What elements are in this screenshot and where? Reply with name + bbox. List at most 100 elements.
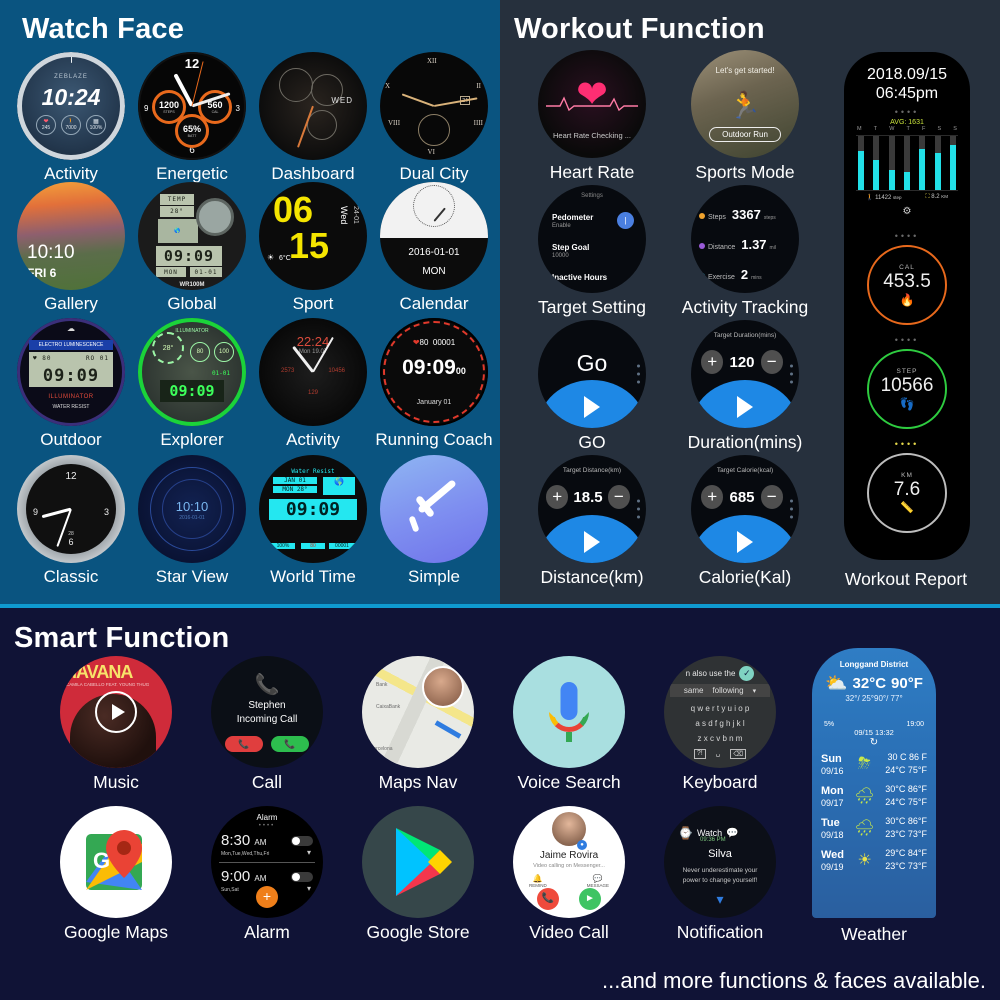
watch-face-tile-running-coach[interactable]: ❤80 00001 09:0900 January 01 Running Coa… — [375, 318, 493, 450]
smart-tile-alarm[interactable]: Alarm •••• 8:30 AM Mon,Tue,Wed,Thu,Fri ▾… — [207, 806, 327, 942]
forecast-date: 09/17 — [821, 797, 844, 808]
toggle-switch[interactable]: | — [617, 212, 634, 229]
chevron-down-icon[interactable]: ▾ — [307, 848, 311, 857]
accept-video-button[interactable]: ► — [579, 888, 601, 910]
smart-tile-notification[interactable]: ⌚ Watch 💬 09:36 PM Silva Never underesti… — [660, 806, 780, 942]
subdial-steps: 🚶 7000 — [61, 114, 81, 135]
workout-tile-duration[interactable]: Target Duration(mins) + 120 − Duration(m… — [680, 320, 810, 452]
workout-tile-go[interactable]: Go GO — [527, 320, 657, 452]
workout-tile-label: Heart Rate — [549, 162, 635, 182]
suggestion-2[interactable]: following — [712, 686, 743, 695]
add-alarm-button[interactable]: + — [256, 886, 278, 908]
smart-tile-call[interactable]: 📞 Stephen Incoming Call 📞 📞 Call — [207, 656, 327, 792]
workout-tile-sports-mode[interactable]: Let's get started! 🏃 Outdoor Run Sports … — [680, 50, 810, 182]
increment-button[interactable]: + — [701, 485, 724, 509]
decline-call-button[interactable]: 📞 — [537, 888, 559, 910]
keyboard-row-1[interactable]: q w e r t y u i o p — [664, 704, 776, 713]
workout-report-label-wrap: Workout Report — [811, 565, 1000, 589]
workout-tile-activity-tracking[interactable]: Steps 3367 steps Distance 1.37 mil Exerc… — [680, 185, 810, 317]
watch-face-tile-gallery[interactable]: 10:10 FRI 6 Gallery — [12, 182, 130, 314]
workout-tile-distance[interactable]: Target Distance(km) + 18.5 − Distance(km… — [527, 455, 657, 587]
increment-button[interactable]: + — [546, 485, 569, 509]
workout-tile-target-setting[interactable]: Settings Pedometer Enable | Step Goal 10… — [527, 185, 657, 317]
decrement-button[interactable]: − — [760, 485, 783, 509]
keyboard-row-3[interactable]: z x c v b n m — [664, 734, 776, 743]
duration-preview: Target Duration(mins) + 120 − — [691, 320, 799, 428]
weather-card[interactable]: Longgand District ⛅ 32°C 90°F 32°/ 25°90… — [812, 648, 936, 918]
subdial-battery: ▦ 100% — [86, 114, 106, 135]
page-indicator: •••• — [894, 439, 920, 449]
watch-face-tile-star-view[interactable]: 10:10 2016-01-01 Star View — [133, 455, 251, 587]
watch-face-tile-outdoor[interactable]: ☁ ELECTRO LUMINESCENCE ♥ 80 RO 01 09:09 … — [12, 318, 130, 450]
watch-face-tile-world-time[interactable]: Water Resist JAN 01 MON 28° 🌎 09:09 100%… — [254, 455, 372, 587]
numeral-9: 9 — [33, 506, 39, 517]
forecast-date: 09/18 — [821, 829, 844, 840]
decrement-button[interactable]: − — [760, 350, 783, 374]
watch-face-tile-global[interactable]: TEMP 28° 🌎 09:09 MON 01-01 WR100M Global — [133, 182, 251, 314]
workout-tile-calorie[interactable]: Target Calorie(kcal) + 685 − Calorie(Kal… — [680, 455, 810, 587]
workout-tile-heart-rate[interactable]: ❤ Heart Rate Checking ... Heart Rate — [527, 50, 657, 182]
smart-tile-google-maps[interactable]: G Google Maps — [56, 806, 176, 942]
steps-dot-icon — [699, 213, 705, 219]
go-label: Go — [576, 350, 608, 376]
mode-chip[interactable]: Outdoor Run — [709, 127, 781, 142]
watch-face-tile-dual-city[interactable]: XII II IIII VI VIII X 24 Dual City — [375, 52, 493, 184]
alarm-toggle[interactable] — [291, 872, 313, 882]
watch-face-tile-classic[interactable]: 12 3 6 9 28 Classic — [12, 455, 130, 587]
time-display: 22:24 — [296, 334, 330, 349]
watch-face-tile-sport[interactable]: 91% 06 15 Wed 24-01 ☀ 6°C Sport — [254, 182, 372, 314]
smart-tile-google-store[interactable]: Google Store — [358, 806, 478, 942]
workout-tile-label: Distance(km) — [540, 567, 644, 587]
alarm-toggle[interactable] — [291, 836, 313, 846]
space-key[interactable]: ␣ — [716, 749, 720, 759]
decline-call-button[interactable]: 📞 — [225, 736, 263, 752]
backspace-key[interactable]: ⌫ — [730, 749, 747, 759]
start-button[interactable] — [538, 380, 646, 428]
play-button[interactable] — [95, 691, 137, 733]
workout-report-card[interactable]: 2018.09/15 06:45pm •••• AVG: 1631 M T W T F S… — [844, 52, 970, 560]
watch-face-label: Simple — [408, 567, 460, 586]
smart-tile-keyboard[interactable]: n also use the ✓ same following ▾ q w e … — [660, 656, 780, 792]
accept-call-button[interactable]: 📞 — [271, 736, 309, 752]
precip-chance: 5% — [824, 721, 835, 728]
watch-face-tile-activity[interactable]: ZEBLAZE 10:24 ❤ 245 🚶 7000 ▦ 100% Activity — [12, 52, 130, 184]
message-action[interactable]: 💬 MESSAGE — [587, 874, 609, 888]
watch-face-tile-calendar[interactable]: 2016-01-01 MON Calendar — [375, 182, 493, 314]
incoming-call-icon: 📞 — [254, 674, 280, 696]
watch-face-tile-simple[interactable]: Simple — [375, 455, 493, 587]
calorie-preview: Target Calorie(kcal) + 685 − — [691, 455, 799, 563]
analog-half — [380, 182, 488, 239]
date-display: 01-01 — [211, 370, 230, 377]
weather-label: Weather — [841, 924, 907, 944]
watch-face-label: Sport — [292, 294, 334, 313]
start-button[interactable] — [691, 380, 799, 428]
keyboard-row-2[interactable]: a s d f g h j k l — [664, 719, 776, 728]
watch-face-preview-gallery: 10:10 FRI 6 — [17, 182, 125, 290]
watch-face-tile-dashboard[interactable]: WED Dashboard — [254, 52, 372, 184]
settings-gear-icon[interactable]: ⚙ — [844, 206, 970, 217]
watch-face-tile-explorer[interactable]: ILLUMINATOR 28° 80 100 01-01 09:09 Explo… — [133, 318, 251, 450]
symbols-key[interactable]: ?! — [693, 749, 706, 759]
confirm-button[interactable]: ✓ — [739, 666, 755, 681]
chart-bar — [919, 136, 926, 190]
chevron-down-icon[interactable]: ▾ — [753, 687, 757, 695]
go-preview: Go — [538, 320, 646, 428]
chevron-down-icon[interactable]: ▾ — [664, 891, 776, 908]
refresh-icon[interactable]: ↻ — [812, 737, 936, 748]
watch-face-tile-activity-2[interactable]: 22:24 Mon 19.07 2573 10456 129 Activity — [254, 318, 372, 450]
smart-tile-music[interactable]: HAVANA CAMILA CABELLO FEAT. YOUNG THUG M… — [56, 656, 176, 792]
suggestion-1[interactable]: same — [684, 686, 704, 695]
play-icon — [737, 396, 753, 419]
watch-face-tile-energetic[interactable]: 12 6 9 3 1200 STEPS 560 CAL 65% BATT Energe… — [133, 52, 251, 184]
decrement-button[interactable]: − — [607, 485, 630, 509]
remind-action[interactable]: 🔔 REMIND — [529, 874, 547, 888]
smart-tile-video-call[interactable]: ● Jaime Rovira Video calling on Messenge… — [509, 806, 629, 942]
caller-name: Jaime Rovira — [539, 850, 599, 861]
start-button[interactable] — [538, 515, 646, 563]
increment-button[interactable]: + — [701, 350, 724, 374]
messenger-badge-icon: ● — [577, 840, 587, 850]
start-button[interactable] — [691, 515, 799, 563]
chevron-down-icon[interactable]: ▾ — [307, 884, 311, 893]
smart-tile-voice-search[interactable]: Voice Search — [509, 656, 629, 792]
smart-tile-maps-nav[interactable]: Bank CaixaBank Barcelona Maps Nav — [358, 656, 478, 792]
